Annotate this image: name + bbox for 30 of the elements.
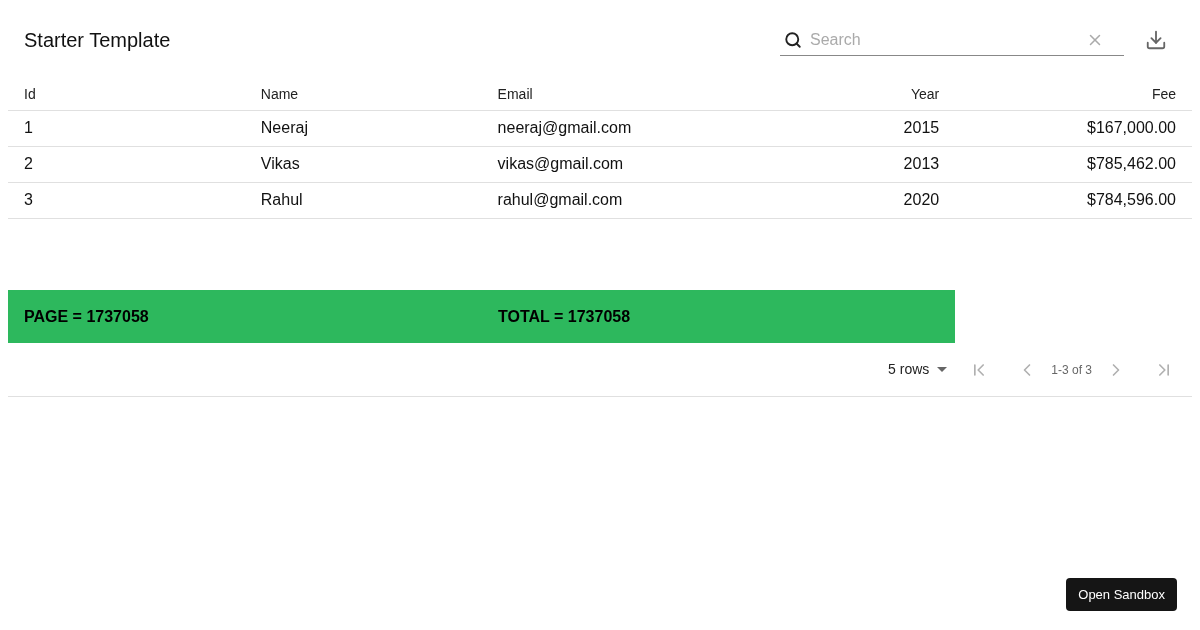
- table-cell: Vikas: [260, 155, 300, 172]
- table-cell: rahul@gmail.com: [497, 191, 623, 208]
- total-sum: TOTAL = 1737058: [497, 306, 632, 327]
- caret-icon: [937, 367, 948, 372]
- column-header[interactable]: Year: [718, 80, 956, 110]
- table-cell: Neeraj: [260, 119, 308, 136]
- table-cell: vikas@gmail.com: [497, 155, 624, 172]
- table-cell: $785,462.00: [1087, 155, 1176, 172]
- table-cell: $167,000.00: [1087, 119, 1176, 136]
- column-header[interactable]: Id: [8, 80, 245, 110]
- page-title: Starter Template: [24, 28, 172, 53]
- download-icon: [1145, 29, 1167, 51]
- page-range: 1-3 of 3: [1051, 361, 1092, 379]
- column-header[interactable]: Name: [244, 80, 482, 110]
- table-cell: 2020: [903, 191, 940, 208]
- table-cell: neeraj@gmail.com: [497, 119, 632, 136]
- table-cell: Rahul: [260, 191, 303, 208]
- column-header[interactable]: Email: [481, 80, 719, 110]
- table-cell: 2015: [903, 119, 940, 136]
- search-field[interactable]: Search: [810, 27, 1078, 52]
- page-sum: PAGE = 1737058: [23, 306, 150, 327]
- table-cell: 1: [24, 119, 33, 136]
- search-icon: [784, 30, 802, 49]
- open-sandbox-button[interactable]: Open Sandbox: [1066, 578, 1177, 611]
- table-cell: 2013: [903, 155, 940, 172]
- column-header[interactable]: Fee: [955, 80, 1192, 110]
- table-cell: $784,596.00: [1087, 191, 1176, 208]
- table-cell: 2: [24, 155, 33, 172]
- rows-per-page-select[interactable]: 5 rows: [888, 359, 948, 380]
- table-cell: 3: [24, 191, 33, 208]
